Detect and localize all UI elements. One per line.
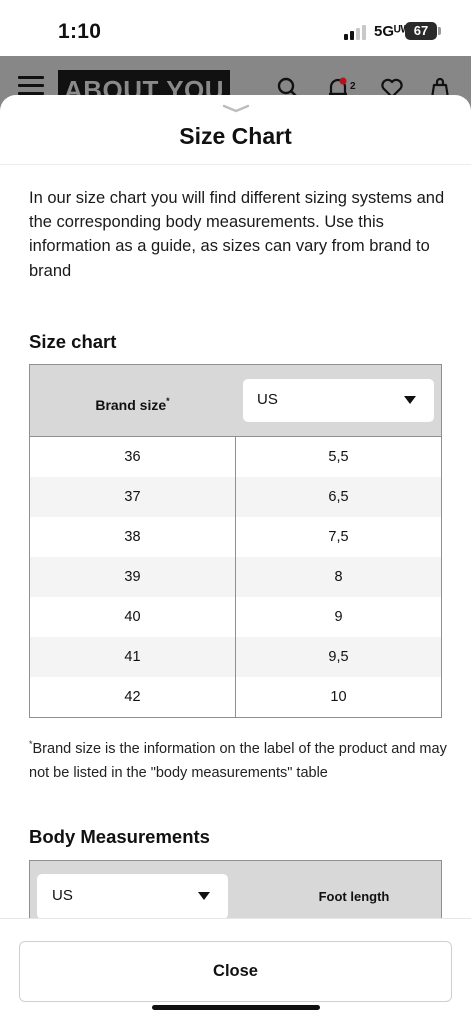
brand-size-footnote: *Brand size is the information on the la…	[29, 739, 447, 781]
us-size-cell: 10	[330, 689, 347, 705]
body-measurements-heading: Body Measurements	[29, 826, 210, 847]
body-system-select[interactable]: US	[37, 874, 228, 919]
body-system-value: US	[52, 887, 73, 904]
notification-count: 2	[350, 81, 356, 92]
size-chart-table: Brand size* US 36 5,5 37 6,5 38 7,5 39 8 40 9 41 9,…	[29, 364, 442, 718]
title-divider	[0, 164, 471, 165]
chevron-down-icon	[198, 892, 210, 900]
close-button[interactable]: Close	[19, 941, 452, 1002]
sheet-title: Size Chart	[179, 123, 292, 149]
size-chart-sheet: Size Chart In our size chart you will fi…	[0, 95, 471, 1020]
status-bar: 1:10 5Gᵁᵂ 67	[0, 0, 471, 56]
brand-size-cell: 42	[124, 689, 141, 705]
status-time: 1:10	[58, 20, 102, 43]
chevron-down-icon	[404, 396, 416, 404]
size-system-select[interactable]: US	[243, 379, 434, 422]
brand-size-cell: 39	[124, 569, 141, 585]
brand-size-cell: 40	[124, 609, 141, 625]
battery-icon: 67	[405, 22, 437, 40]
signal-icon	[344, 25, 370, 40]
bottom-bar: Close	[0, 918, 471, 1020]
home-indicator[interactable]	[152, 1005, 320, 1010]
us-size-cell: 9	[334, 609, 343, 625]
us-size-cell: 5,5	[328, 449, 349, 465]
us-size-cell: 9,5	[328, 649, 349, 665]
brand-size-header: Brand size*	[95, 396, 170, 413]
sheet-grabber-icon[interactable]	[222, 103, 250, 113]
brand-size-cell: 37	[124, 489, 141, 505]
brand-size-cell: 41	[124, 649, 141, 665]
size-chart-header: Brand size* US	[30, 365, 441, 437]
us-size-cell: 8	[334, 569, 343, 585]
menu-icon[interactable]	[18, 76, 44, 96]
intro-text: In our size chart you will find differen…	[29, 189, 445, 280]
brand-size-cell: 36	[124, 449, 141, 465]
column-divider	[235, 437, 236, 717]
battery-tip	[438, 27, 441, 35]
size-chart-heading: Size chart	[29, 331, 117, 352]
size-system-value: US	[257, 391, 278, 408]
brand-size-cell: 38	[124, 529, 141, 545]
us-size-cell: 6,5	[328, 489, 349, 505]
us-size-cell: 7,5	[328, 529, 349, 545]
